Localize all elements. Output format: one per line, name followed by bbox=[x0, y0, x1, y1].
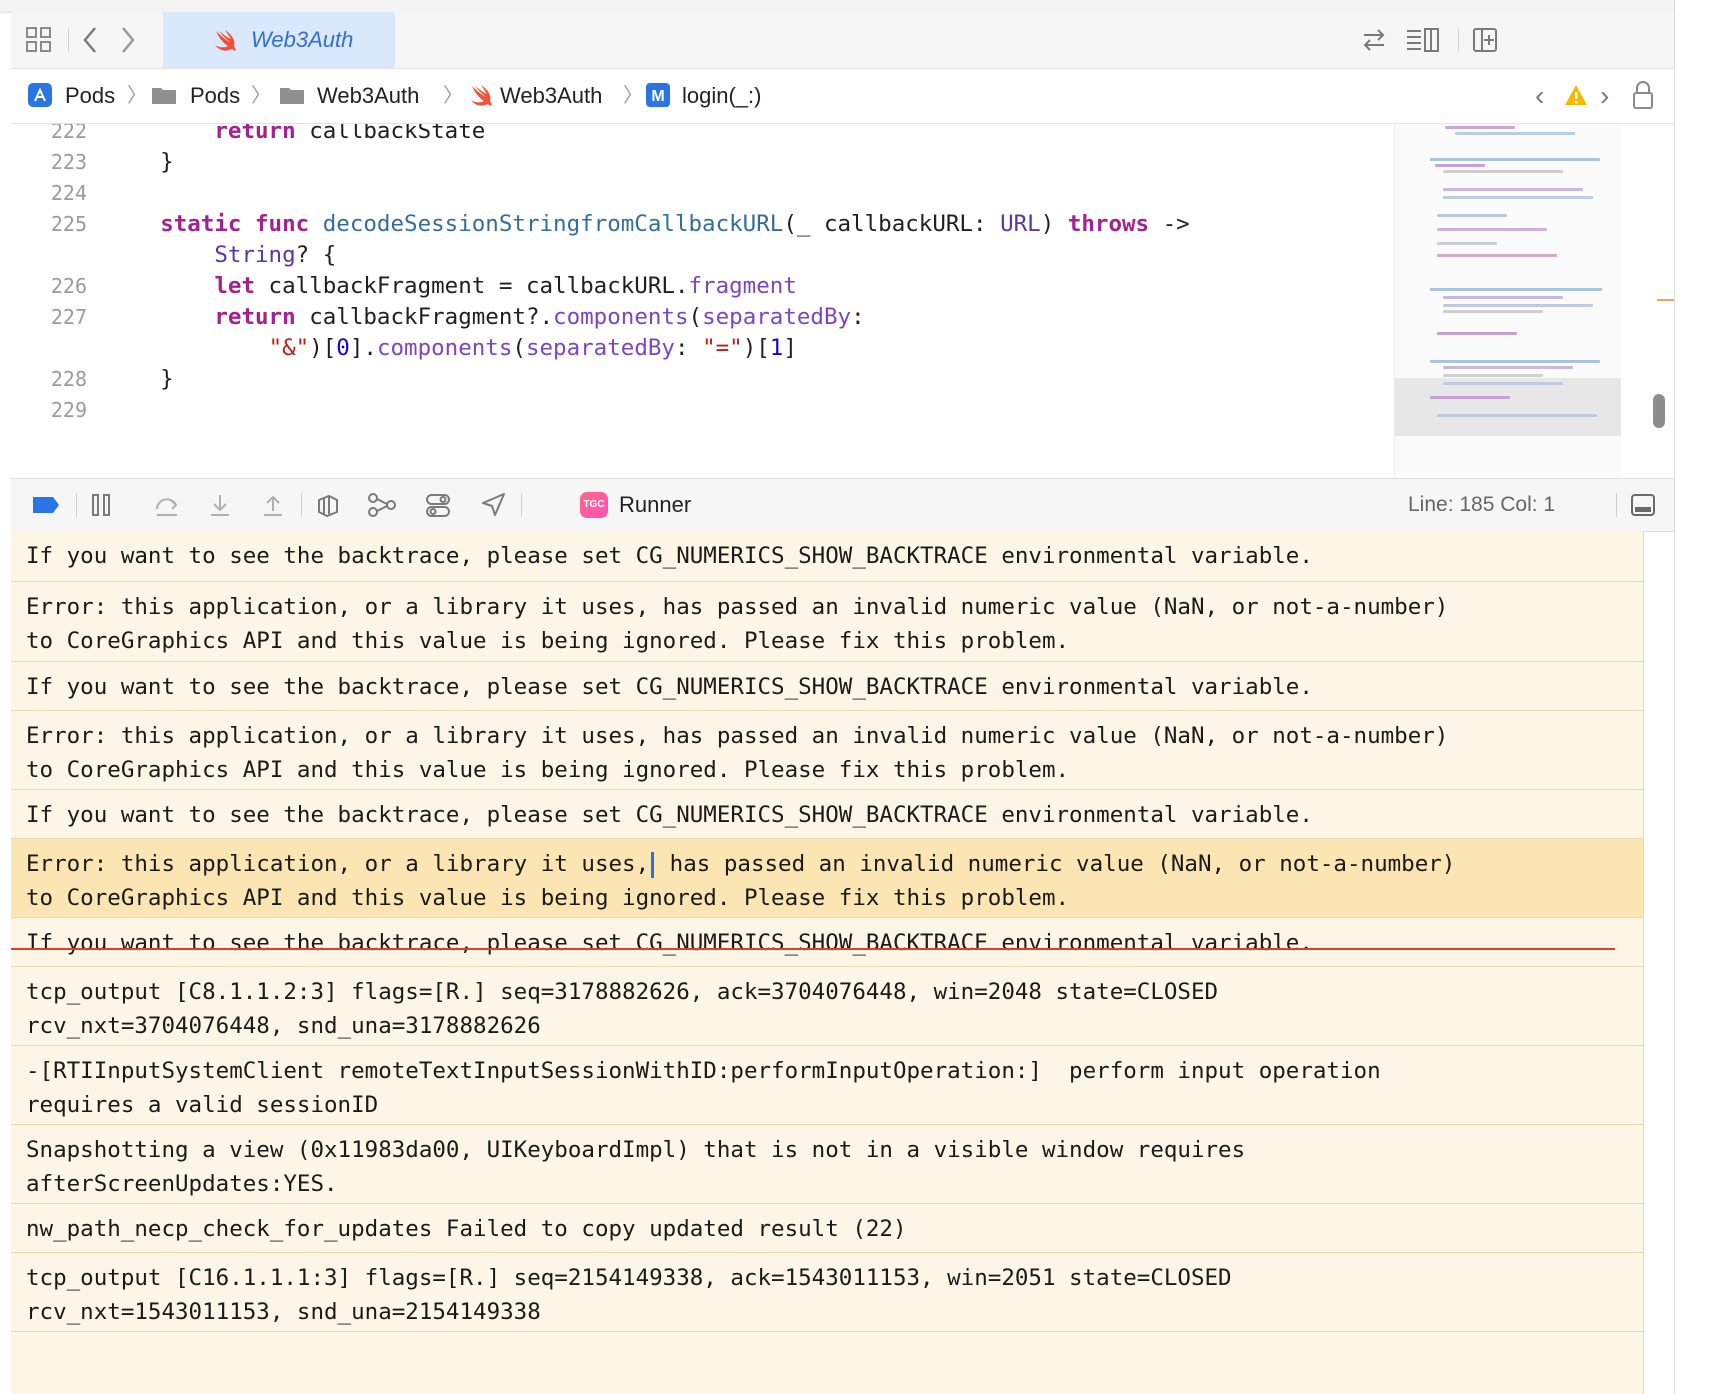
app-store-icon bbox=[28, 83, 52, 107]
chevron-right-icon: 〉 bbox=[443, 85, 463, 107]
console-message[interactable]: If you want to see the backtrace, please… bbox=[11, 790, 1643, 839]
app-icon: TGC bbox=[580, 492, 608, 518]
lock-icon[interactable] bbox=[1631, 79, 1655, 111]
console-message[interactable]: tcp_output [C8.1.1.2:3] flags=[R.] seq=3… bbox=[11, 967, 1643, 1046]
method-icon: M bbox=[646, 83, 670, 107]
environment-overrides-icon[interactable] bbox=[425, 492, 451, 518]
folder-icon bbox=[280, 88, 304, 104]
swap-icon[interactable] bbox=[1361, 12, 1387, 72]
message-text-before-cursor: Error: this application, or a library it… bbox=[26, 851, 650, 877]
divider bbox=[1458, 28, 1459, 52]
line-number: 223 bbox=[50, 150, 87, 174]
console-message[interactable]: Error: this application, or a library it… bbox=[11, 582, 1643, 662]
console-message-selected[interactable]: Error: this application, or a library it… bbox=[11, 839, 1643, 918]
console-message[interactable]: If you want to see the backtrace, please… bbox=[11, 531, 1643, 582]
step-over-icon[interactable] bbox=[154, 493, 180, 517]
step-out-icon[interactable] bbox=[262, 493, 284, 517]
previous-issue-icon[interactable]: ‹ bbox=[1535, 69, 1544, 123]
view-hierarchy-icon[interactable] bbox=[315, 492, 341, 518]
divider bbox=[68, 28, 69, 52]
pause-icon[interactable] bbox=[90, 493, 112, 517]
chevron-right-icon: 〉 bbox=[127, 85, 147, 107]
console-message[interactable]: -[RTIInputSystemClient remoteTextInputSe… bbox=[11, 1046, 1643, 1125]
scheme-name[interactable]: Runner bbox=[619, 479, 691, 531]
line-column-indicator: Line: 185 Col: 1 bbox=[1408, 493, 1556, 516]
text-cursor bbox=[651, 851, 655, 878]
tab-web3auth[interactable]: Web3Auth bbox=[163, 12, 395, 68]
console-output[interactable]: If you want to see the backtrace, please… bbox=[11, 531, 1644, 1394]
line-number: 228 bbox=[50, 367, 87, 391]
console-message[interactable]: tcp_output [C16.1.1.1:3] flags=[R.] seq=… bbox=[11, 1253, 1643, 1332]
breadcrumb-item-login[interactable]: login(_:) bbox=[682, 69, 761, 123]
console-message[interactable]: Snapshotting a view (0x11983da00, UIKeyb… bbox=[11, 1125, 1643, 1204]
tab-label: Web3Auth bbox=[251, 27, 354, 52]
grid-icon[interactable] bbox=[25, 12, 53, 73]
editor-scrollbar-thumb[interactable] bbox=[1653, 394, 1665, 428]
debug-bar: TGC Runner Line: 185 Col: 1 bbox=[11, 478, 1674, 532]
right-gutter bbox=[1674, 0, 1734, 1394]
line-number: 226 bbox=[50, 274, 87, 298]
line-number: 225 bbox=[50, 212, 87, 236]
breadcrumb: Pods 〉 Pods 〉 Web3Auth 〉 Web3Auth 〉 M lo… bbox=[11, 69, 1674, 124]
inspector-list-icon[interactable] bbox=[1405, 12, 1441, 72]
chevron-right-icon: 〉 bbox=[251, 85, 271, 107]
console-message[interactable]: If you want to see the backtrace, please… bbox=[11, 662, 1643, 711]
divider bbox=[301, 493, 302, 517]
folder-icon bbox=[152, 88, 176, 104]
console-message[interactable]: nw_path_necp_check_for_updates Failed to… bbox=[11, 1204, 1643, 1253]
add-editor-icon[interactable] bbox=[1472, 12, 1498, 72]
memory-graph-icon[interactable] bbox=[367, 492, 397, 518]
minimap-viewport[interactable] bbox=[1395, 378, 1621, 436]
code-editor[interactable]: 222 return callbackState 223 } 224 225 s… bbox=[11, 124, 1674, 477]
forward-icon[interactable] bbox=[117, 12, 137, 74]
breadcrumb-item-pods-project[interactable]: Pods bbox=[65, 69, 115, 123]
divider bbox=[521, 493, 522, 517]
breadcrumb-item-web3auth-folder[interactable]: Web3Auth bbox=[317, 69, 419, 123]
line-number: 229 bbox=[50, 398, 87, 422]
step-into-icon[interactable] bbox=[209, 493, 231, 517]
location-icon[interactable] bbox=[480, 492, 506, 518]
swift-icon bbox=[471, 85, 492, 106]
swift-icon bbox=[215, 30, 236, 51]
insertion-line bbox=[11, 948, 1615, 950]
back-icon[interactable] bbox=[81, 12, 101, 74]
line-number: 227 bbox=[50, 305, 87, 329]
breadcrumb-item-web3auth-file[interactable]: Web3Auth bbox=[500, 69, 602, 123]
chevron-right-icon: 〉 bbox=[623, 85, 643, 107]
divider bbox=[76, 493, 77, 517]
svg-text:M: M bbox=[651, 88, 664, 105]
tab-bar: Web3Auth bbox=[11, 12, 1674, 69]
toggle-console-icon[interactable] bbox=[1630, 492, 1656, 518]
breakpoints-icon[interactable] bbox=[31, 495, 61, 515]
xcode-window: Web3Auth Pods 〉 Pods 〉 Web3Auth 〉 Web3Au… bbox=[11, 12, 1674, 1394]
line-number: 224 bbox=[50, 181, 87, 205]
console-message[interactable]: Error: this application, or a library it… bbox=[11, 711, 1643, 790]
warning-icon[interactable] bbox=[1563, 82, 1589, 108]
divider bbox=[1616, 493, 1617, 517]
console-message[interactable]: If you want to see the backtrace, please… bbox=[11, 918, 1643, 967]
breadcrumb-item-pods-folder[interactable]: Pods bbox=[190, 69, 240, 123]
minimap[interactable] bbox=[1394, 124, 1621, 477]
next-issue-icon[interactable]: › bbox=[1600, 69, 1609, 123]
change-marker bbox=[1657, 299, 1674, 301]
